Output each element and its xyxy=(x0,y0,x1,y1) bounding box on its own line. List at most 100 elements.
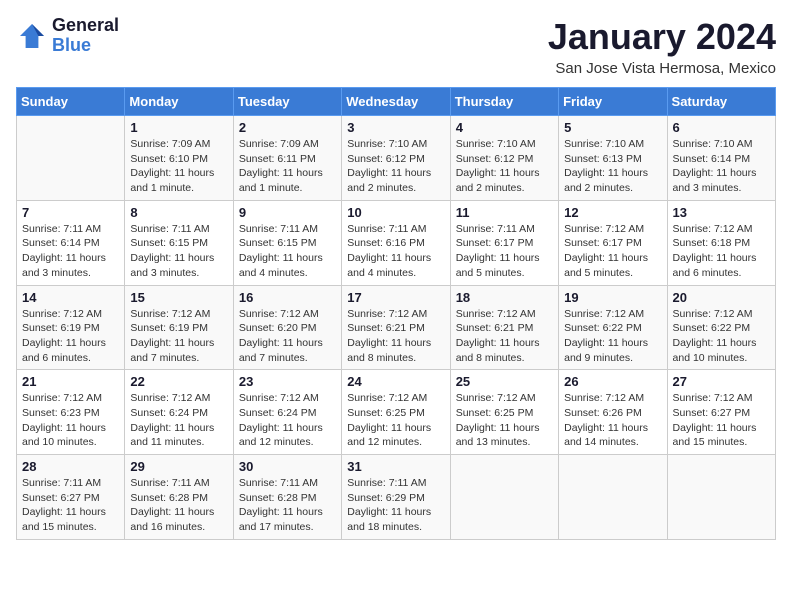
day-number: 2 xyxy=(239,120,336,135)
day-info: Sunrise: 7:12 AM Sunset: 6:24 PM Dayligh… xyxy=(130,391,227,450)
day-info: Sunrise: 7:12 AM Sunset: 6:19 PM Dayligh… xyxy=(22,307,119,366)
logo-line1: General xyxy=(52,16,119,36)
logo-icon xyxy=(16,20,48,52)
day-number: 4 xyxy=(456,120,553,135)
day-info: Sunrise: 7:10 AM Sunset: 6:13 PM Dayligh… xyxy=(564,137,661,196)
day-number: 15 xyxy=(130,290,227,305)
day-info: Sunrise: 7:11 AM Sunset: 6:28 PM Dayligh… xyxy=(130,476,227,535)
week-row-2: 7 Sunrise: 7:11 AM Sunset: 6:14 PM Daylig… xyxy=(17,200,776,285)
day-number: 22 xyxy=(130,374,227,389)
calendar-cell: 19 Sunrise: 7:12 AM Sunset: 6:22 PM Dayli… xyxy=(559,285,667,370)
calendar-cell: 15 Sunrise: 7:12 AM Sunset: 6:19 PM Dayli… xyxy=(125,285,233,370)
calendar-cell xyxy=(667,455,775,540)
day-number: 28 xyxy=(22,459,119,474)
day-number: 10 xyxy=(347,205,444,220)
calendar-cell: 11 Sunrise: 7:11 AM Sunset: 6:17 PM Dayli… xyxy=(450,200,558,285)
calendar-cell: 6Sunrise: 7:10 AM Sunset: 6:14 PM Daylig… xyxy=(667,116,775,201)
calendar-cell xyxy=(450,455,558,540)
day-info: Sunrise: 7:12 AM Sunset: 6:21 PM Dayligh… xyxy=(456,307,553,366)
day-number: 27 xyxy=(673,374,770,389)
calendar-subtitle: San Jose Vista Hermosa, Mexico xyxy=(548,60,776,77)
calendar-cell: 23 Sunrise: 7:12 AM Sunset: 6:24 PM Dayli… xyxy=(233,370,341,455)
day-number: 11 xyxy=(456,205,553,220)
logo: General Blue xyxy=(16,16,119,56)
calendar-cell: 18 Sunrise: 7:12 AM Sunset: 6:21 PM Dayli… xyxy=(450,285,558,370)
day-header-tuesday: Tuesday xyxy=(233,88,341,116)
calendar-cell xyxy=(17,116,125,201)
day-info: Sunrise: 7:12 AM Sunset: 6:20 PM Dayligh… xyxy=(239,307,336,366)
day-info: Sunrise: 7:12 AM Sunset: 6:22 PM Dayligh… xyxy=(673,307,770,366)
day-number: 25 xyxy=(456,374,553,389)
calendar-cell: 8 Sunrise: 7:11 AM Sunset: 6:15 PM Daylig… xyxy=(125,200,233,285)
day-number: 1 xyxy=(130,120,227,135)
day-info: Sunrise: 7:09 AM Sunset: 6:10 PM Dayligh… xyxy=(130,137,227,196)
calendar-cell: 5 Sunrise: 7:10 AM Sunset: 6:13 PM Daylig… xyxy=(559,116,667,201)
day-number: 18 xyxy=(456,290,553,305)
calendar-cell: 31Sunrise: 7:11 AM Sunset: 6:29 PM Dayli… xyxy=(342,455,450,540)
week-row-4: 21 Sunrise: 7:12 AM Sunset: 6:23 PM Dayli… xyxy=(17,370,776,455)
calendar-cell: 26 Sunrise: 7:12 AM Sunset: 6:26 PM Dayli… xyxy=(559,370,667,455)
day-number: 3 xyxy=(347,120,444,135)
day-number: 12 xyxy=(564,205,661,220)
day-info: Sunrise: 7:11 AM Sunset: 6:14 PM Dayligh… xyxy=(22,222,119,281)
week-row-1: 1 Sunrise: 7:09 AM Sunset: 6:10 PM Daylig… xyxy=(17,116,776,201)
day-info: Sunrise: 7:12 AM Sunset: 6:25 PM Dayligh… xyxy=(456,391,553,450)
day-info: Sunrise: 7:10 AM Sunset: 6:12 PM Dayligh… xyxy=(347,137,444,196)
calendar-cell: 17Sunrise: 7:12 AM Sunset: 6:21 PM Dayli… xyxy=(342,285,450,370)
day-number: 16 xyxy=(239,290,336,305)
day-number: 19 xyxy=(564,290,661,305)
calendar-cell: 3 Sunrise: 7:10 AM Sunset: 6:12 PM Daylig… xyxy=(342,116,450,201)
day-info: Sunrise: 7:12 AM Sunset: 6:22 PM Dayligh… xyxy=(564,307,661,366)
day-info: Sunrise: 7:12 AM Sunset: 6:18 PM Dayligh… xyxy=(673,222,770,281)
day-number: 31 xyxy=(347,459,444,474)
calendar-cell: 25 Sunrise: 7:12 AM Sunset: 6:25 PM Dayli… xyxy=(450,370,558,455)
day-number: 26 xyxy=(564,374,661,389)
day-number: 30 xyxy=(239,459,336,474)
day-info: Sunrise: 7:11 AM Sunset: 6:15 PM Dayligh… xyxy=(130,222,227,281)
day-info: Sunrise: 7:11 AM Sunset: 6:27 PM Dayligh… xyxy=(22,476,119,535)
calendar-cell: 7 Sunrise: 7:11 AM Sunset: 6:14 PM Daylig… xyxy=(17,200,125,285)
title-area: January 2024 San Jose Vista Hermosa, Mex… xyxy=(548,16,776,77)
day-number: 21 xyxy=(22,374,119,389)
logo-line2: Blue xyxy=(52,36,119,56)
day-number: 20 xyxy=(673,290,770,305)
calendar-cell: 12 Sunrise: 7:12 AM Sunset: 6:17 PM Dayli… xyxy=(559,200,667,285)
day-info: Sunrise: 7:12 AM Sunset: 6:19 PM Dayligh… xyxy=(130,307,227,366)
day-header-monday: Monday xyxy=(125,88,233,116)
calendar-cell: 13 Sunrise: 7:12 AM Sunset: 6:18 PM Dayli… xyxy=(667,200,775,285)
calendar-cell: 4Sunrise: 7:10 AM Sunset: 6:12 PM Daylig… xyxy=(450,116,558,201)
day-info: Sunrise: 7:11 AM Sunset: 6:17 PM Dayligh… xyxy=(456,222,553,281)
day-number: 5 xyxy=(564,120,661,135)
day-header-saturday: Saturday xyxy=(667,88,775,116)
day-number: 7 xyxy=(22,205,119,220)
days-header-row: SundayMondayTuesdayWednesdayThursdayFrid… xyxy=(17,88,776,116)
day-info: Sunrise: 7:12 AM Sunset: 6:26 PM Dayligh… xyxy=(564,391,661,450)
day-info: Sunrise: 7:11 AM Sunset: 6:15 PM Dayligh… xyxy=(239,222,336,281)
day-number: 8 xyxy=(130,205,227,220)
day-info: Sunrise: 7:12 AM Sunset: 6:17 PM Dayligh… xyxy=(564,222,661,281)
day-number: 24 xyxy=(347,374,444,389)
day-info: Sunrise: 7:12 AM Sunset: 6:27 PM Dayligh… xyxy=(673,391,770,450)
week-row-5: 28 Sunrise: 7:11 AM Sunset: 6:27 PM Dayli… xyxy=(17,455,776,540)
calendar-title: January 2024 xyxy=(548,16,776,58)
day-number: 13 xyxy=(673,205,770,220)
calendar-cell: 1 Sunrise: 7:09 AM Sunset: 6:10 PM Daylig… xyxy=(125,116,233,201)
day-number: 23 xyxy=(239,374,336,389)
day-number: 9 xyxy=(239,205,336,220)
calendar-cell: 2 Sunrise: 7:09 AM Sunset: 6:11 PM Daylig… xyxy=(233,116,341,201)
calendar-cell: 29 Sunrise: 7:11 AM Sunset: 6:28 PM Dayli… xyxy=(125,455,233,540)
day-number: 14 xyxy=(22,290,119,305)
day-number: 29 xyxy=(130,459,227,474)
day-header-friday: Friday xyxy=(559,88,667,116)
day-header-wednesday: Wednesday xyxy=(342,88,450,116)
calendar-cell: 27 Sunrise: 7:12 AM Sunset: 6:27 PM Dayli… xyxy=(667,370,775,455)
calendar-cell: 20 Sunrise: 7:12 AM Sunset: 6:22 PM Dayli… xyxy=(667,285,775,370)
day-info: Sunrise: 7:09 AM Sunset: 6:11 PM Dayligh… xyxy=(239,137,336,196)
header: General Blue January 2024 San Jose Vista… xyxy=(16,16,776,77)
day-info: Sunrise: 7:12 AM Sunset: 6:24 PM Dayligh… xyxy=(239,391,336,450)
day-info: Sunrise: 7:12 AM Sunset: 6:23 PM Dayligh… xyxy=(22,391,119,450)
day-number: 17 xyxy=(347,290,444,305)
day-info: Sunrise: 7:11 AM Sunset: 6:28 PM Dayligh… xyxy=(239,476,336,535)
week-row-3: 14 Sunrise: 7:12 AM Sunset: 6:19 PM Dayli… xyxy=(17,285,776,370)
calendar-cell: 9 Sunrise: 7:11 AM Sunset: 6:15 PM Daylig… xyxy=(233,200,341,285)
